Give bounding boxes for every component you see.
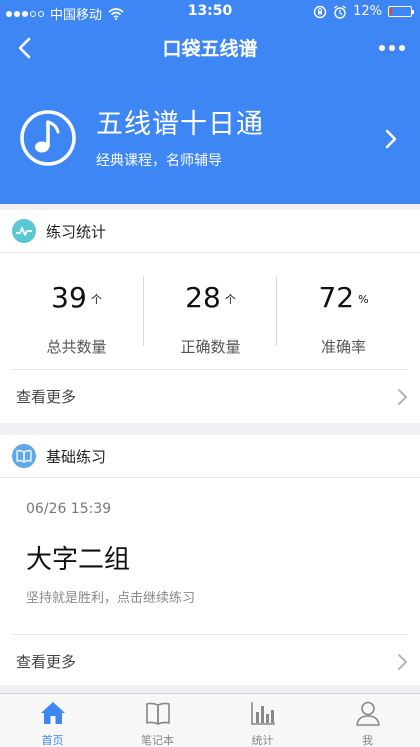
stat-accuracy-label: 准确率 [320,338,366,356]
practice-date: 06/26 15:39 [26,501,112,517]
status-bar: 中国移动 13:50 12% [0,0,420,24]
battery-percent: 12% [353,4,382,19]
stats-card: 练习统计 39 个 总共数量 28 个 正确数量 72% 准确率 查看更多 [0,210,420,423]
music-note-icon [20,110,76,166]
basic-see-more-label: 查看更多 [16,653,77,671]
stat-correct-value: 28 [185,281,221,314]
rotation-lock-icon [313,5,327,18]
battery-icon [388,6,414,17]
basic-see-more[interactable]: 查看更多 [12,634,408,688]
stat-total-unit: 个 [90,293,102,306]
bar-chart-icon [251,702,275,725]
stat-correct-label: 正确数量 [180,338,241,356]
home-icon [41,702,65,724]
stats-see-more[interactable]: 查看更多 [12,369,408,423]
stat-accuracy-unit: % [358,292,369,306]
tab-me-label: 我 [362,734,373,747]
tab-stats-label: 统计 [251,734,274,747]
basic-practice-card: 基础练习 06/26 15:39 大字二组 坚持就是胜利，点击继续练习 查看更多 [0,435,420,685]
chevron-right-icon [385,129,397,149]
stat-correct: 28 个 正确数量 [144,254,277,369]
course-title: 五线谱十日通 [96,109,264,140]
tab-home-label: 首页 [41,734,64,747]
chevron-right-icon [398,388,407,405]
stat-total-label: 总共数量 [46,338,107,356]
stat-total-value: 39 [51,281,87,314]
nav-bar: 口袋五线谱 [0,24,420,72]
status-right: 12% [313,4,414,19]
practice-name[interactable]: 大字二组 [26,539,130,576]
course-subtitle: 经典课程，名师辅导 [96,153,222,169]
tab-stats[interactable]: 统计 [210,694,315,747]
stats-card-header: 练习统计 [0,210,420,253]
course-banner[interactable]: 五线谱十日通 经典课程，名师辅导 [0,72,420,204]
more-dots-icon [379,45,385,51]
stats-chart-icon [12,219,36,243]
tab-notebook-label: 笔记本 [141,734,174,747]
tab-home[interactable]: 首页 [0,694,105,747]
stat-correct-unit: 个 [224,293,236,306]
battery-fill [390,8,392,15]
stat-total: 39 个 总共数量 [10,254,143,369]
tab-notebook[interactable]: 笔记本 [105,694,210,747]
more-button[interactable] [372,32,412,64]
chevron-right-icon [398,653,407,670]
basic-card-header: 基础练习 [0,435,420,478]
stats-row: 39 个 总共数量 28 个 正确数量 72% 准确率 [0,254,420,369]
stats-see-more-label: 查看更多 [16,388,77,406]
tab-me[interactable]: 我 [315,694,420,747]
basic-card-title: 基础练习 [46,447,107,466]
book-icon [12,444,36,468]
alarm-icon [334,4,347,19]
tab-bar: 首页 笔记本 统计 我 [0,693,420,747]
stat-accuracy: 72% 准确率 [277,254,410,369]
page-title: 口袋五线谱 [162,38,258,60]
user-icon [356,701,380,726]
stats-card-title: 练习统计 [46,222,107,241]
practice-description[interactable]: 坚持就是胜利，点击继续练习 [26,587,195,606]
notebook-icon [146,702,170,725]
stat-accuracy-value: 72 [318,281,355,314]
